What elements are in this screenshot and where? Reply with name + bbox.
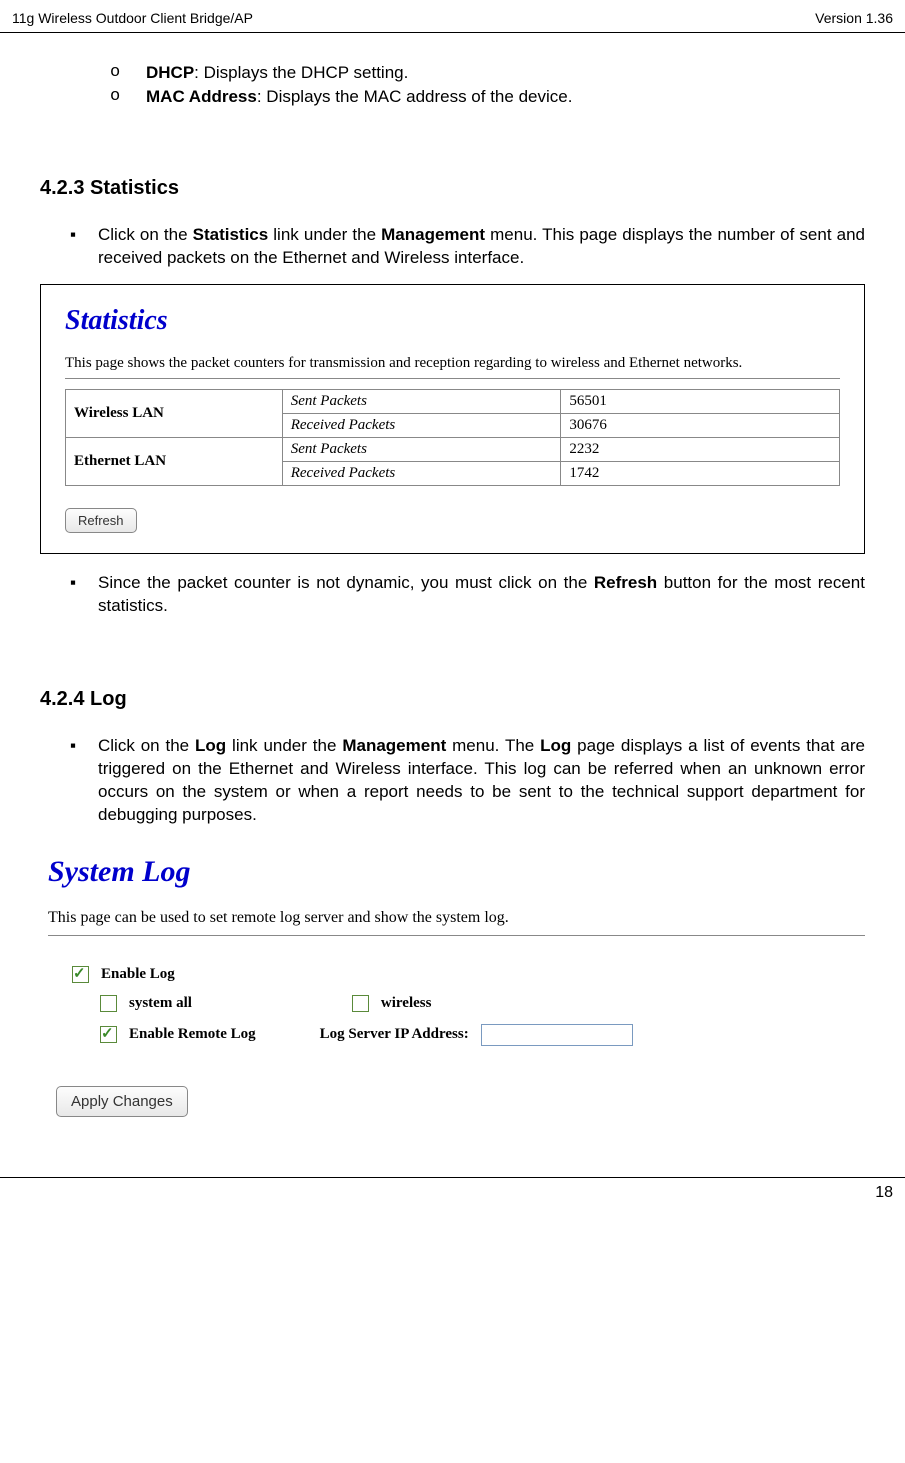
statistics-panel: Statistics This page shows the packet co… — [40, 284, 865, 554]
bullet-marker: ▪ — [70, 735, 98, 827]
value-cell: 1742 — [561, 461, 840, 485]
section-heading-statistics: 4.2.3 Statistics — [40, 177, 865, 200]
enable-log-label: Enable Log — [101, 966, 175, 983]
log-server-label: Log Server IP Address: — [320, 1026, 469, 1043]
log-panel: System Log This page can be used to set … — [40, 841, 865, 1117]
bullet-item: ▪ Click on the Statistics link under the… — [70, 224, 865, 270]
page-number: 18 — [875, 1184, 893, 1201]
enable-log-checkbox[interactable] — [72, 966, 89, 983]
section-heading-log: 4.2.4 Log — [40, 688, 865, 711]
statistics-table: Wireless LAN Sent Packets 56501 Received… — [65, 389, 840, 486]
statistics-title: Statistics — [65, 305, 840, 337]
list-item: o MAC Address: Displays the MAC address … — [110, 87, 865, 107]
bullet-text: Click on the Statistics link under the M… — [98, 224, 865, 270]
log-description: This page can be used to set remote log … — [48, 909, 865, 927]
table-row: Ethernet LAN Sent Packets 2232 — [66, 437, 840, 461]
bullet-marker: ▪ — [70, 224, 98, 270]
log-row-enable: Enable Log — [72, 966, 865, 983]
header-left: 11g Wireless Outdoor Client Bridge/AP — [12, 10, 253, 26]
system-all-checkbox[interactable] — [100, 995, 117, 1012]
statistics-description: This page shows the packet counters for … — [65, 355, 840, 372]
bullet-text: Click on the Log link under the Manageme… — [98, 735, 865, 827]
term: MAC Address — [146, 87, 257, 106]
bullet-text: Since the packet counter is not dynamic,… — [98, 572, 865, 618]
refresh-button[interactable]: Refresh — [65, 508, 137, 533]
label-cell: Sent Packets — [282, 437, 561, 461]
label-cell: Received Packets — [282, 461, 561, 485]
list-item: o DHCP: Displays the DHCP setting. — [110, 63, 865, 83]
value-cell: 56501 — [561, 389, 840, 413]
enable-remote-label: Enable Remote Log — [129, 1026, 256, 1043]
divider — [65, 378, 840, 379]
page-header: 11g Wireless Outdoor Client Bridge/AP Ve… — [0, 0, 905, 33]
wireless-label: wireless — [381, 995, 432, 1012]
desc: : Displays the MAC address of the device… — [257, 87, 573, 106]
log-server-input[interactable] — [481, 1024, 633, 1046]
page-content: o DHCP: Displays the DHCP setting. o MAC… — [0, 33, 905, 1177]
interface-cell: Wireless LAN — [66, 389, 283, 437]
label-cell: Sent Packets — [282, 389, 561, 413]
desc: : Displays the DHCP setting. — [194, 63, 408, 82]
bullet-marker: ▪ — [70, 572, 98, 618]
log-title: System Log — [48, 855, 865, 889]
list-text: DHCP: Displays the DHCP setting. — [146, 63, 408, 83]
log-row-options: system all wireless — [72, 995, 865, 1012]
value-cell: 30676 — [561, 413, 840, 437]
bullet-item: ▪ Click on the Log link under the Manage… — [70, 735, 865, 827]
list-marker: o — [110, 63, 146, 83]
enable-remote-checkbox[interactable] — [100, 1026, 117, 1043]
bullet-item: ▪ Since the packet counter is not dynami… — [70, 572, 865, 618]
log-form: Enable Log system all wireless Enable Re… — [48, 935, 865, 1117]
interface-cell: Ethernet LAN — [66, 437, 283, 485]
label-cell: Received Packets — [282, 413, 561, 437]
wireless-checkbox[interactable] — [352, 995, 369, 1012]
log-row-remote: Enable Remote Log Log Server IP Address: — [72, 1024, 865, 1046]
page-footer: 18 — [0, 1177, 905, 1212]
term: DHCP — [146, 63, 194, 82]
table-row: Wireless LAN Sent Packets 56501 — [66, 389, 840, 413]
header-right: Version 1.36 — [815, 10, 893, 26]
system-all-label: system all — [129, 995, 192, 1012]
list-marker: o — [110, 87, 146, 107]
value-cell: 2232 — [561, 437, 840, 461]
list-text: MAC Address: Displays the MAC address of… — [146, 87, 572, 107]
apply-changes-button[interactable]: Apply Changes — [56, 1086, 188, 1117]
